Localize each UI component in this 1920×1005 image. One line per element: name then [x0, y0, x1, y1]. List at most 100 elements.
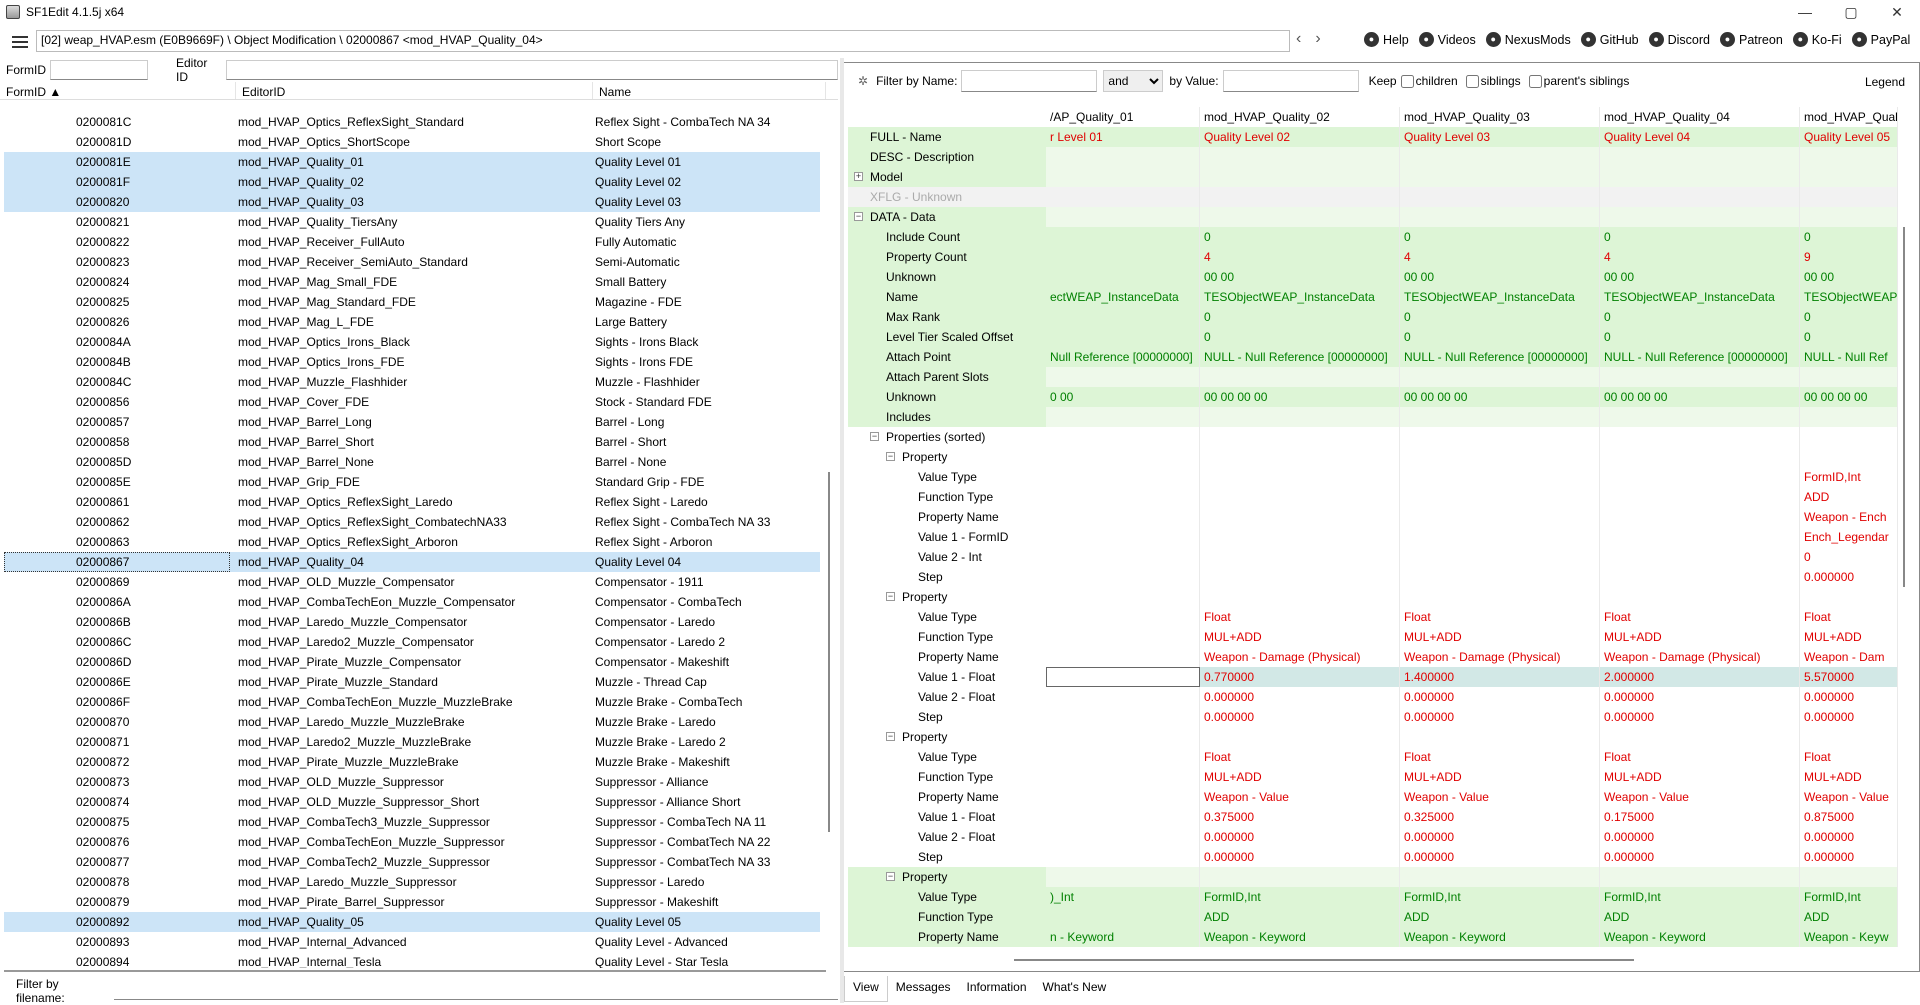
value-cell[interactable] — [1046, 587, 1200, 607]
value-cell[interactable]: Weapon - Value — [1600, 787, 1800, 807]
value-cell[interactable]: Float — [1800, 607, 1898, 627]
value-cell[interactable]: MUL+ADD — [1600, 627, 1800, 647]
value-cell[interactable] — [1046, 567, 1200, 587]
value-cell[interactable]: 0.000000 — [1600, 847, 1800, 867]
filter-name-input[interactable] — [961, 70, 1098, 92]
value-cell[interactable]: FormID,Int — [1800, 467, 1898, 487]
value-cell[interactable] — [1046, 207, 1200, 227]
grid-row[interactable]: Function Type MUL+ADD MUL+ADD MUL+ADD MUL+AD… — [848, 767, 1898, 787]
close-button[interactable]: ✕ — [1874, 0, 1920, 24]
pin-icon[interactable]: ✲ — [844, 74, 876, 88]
link-discord[interactable]: ● Discord — [1648, 32, 1710, 47]
filter-value-input[interactable] — [1222, 70, 1359, 92]
value-cell[interactable]: 0 — [1200, 307, 1400, 327]
value-cell[interactable] — [1046, 727, 1200, 747]
value-cell[interactable]: Weapon - Dam — [1800, 647, 1898, 667]
value-cell[interactable] — [1800, 367, 1898, 387]
value-cell[interactable]: Weapon - Value — [1200, 787, 1400, 807]
grid-row[interactable]: Value 1 - Float 0.375000 0.325000 0.175000 0… — [848, 807, 1898, 827]
value-cell[interactable] — [1800, 187, 1898, 207]
value-cell[interactable] — [1200, 427, 1400, 447]
value-cell[interactable] — [1600, 507, 1800, 527]
value-cell[interactable] — [1600, 587, 1800, 607]
grid-row[interactable]: Value 2 - Int 0 — [848, 547, 1898, 567]
value-cell[interactable]: NULL - Null Reference [00000000] — [1400, 347, 1600, 367]
value-cell[interactable] — [1400, 147, 1600, 167]
grid-row[interactable]: − Property — [848, 447, 1898, 467]
expand-toggle-icon[interactable]: − — [854, 212, 863, 221]
formid-filter-input[interactable] — [50, 60, 148, 80]
value-cell[interactable] — [1046, 167, 1200, 187]
value-cell[interactable]: Quality Level 05 — [1800, 127, 1898, 147]
grid-row[interactable]: Attach Parent Slots — [848, 367, 1898, 387]
grid-row[interactable]: + Model — [848, 167, 1898, 187]
value-cell[interactable]: 0.875000 — [1800, 807, 1898, 827]
value-cell[interactable]: MUL+ADD — [1200, 627, 1400, 647]
value-cell[interactable]: Null Reference [00000000] — [1046, 347, 1200, 367]
list-row[interactable]: 02000869 mod_HVAP_OLD_Muzzle_Compensator C… — [4, 572, 820, 592]
list-row[interactable]: 02000822 mod_HVAP_Receiver_FullAuto Fully … — [4, 232, 820, 252]
grid-row[interactable]: XFLG - Unknown — [848, 187, 1898, 207]
list-row[interactable]: 0200081C mod_HVAP_Optics_ReflexSight_Stan… — [4, 112, 820, 132]
value-cell[interactable]: TESObjectWEAP_InstanceData — [1400, 287, 1600, 307]
grid-row[interactable]: Value 2 - Float 0.000000 0.000000 0.000000 0… — [848, 687, 1898, 707]
grid-row[interactable]: FULL - Name r Level 01 Quality Level 02 Qua… — [848, 127, 1898, 147]
value-cell[interactable]: MUL+ADD — [1400, 627, 1600, 647]
value-cell[interactable]: MUL+ADD — [1800, 767, 1898, 787]
value-cell[interactable] — [1400, 427, 1600, 447]
list-row[interactable]: 02000824 mod_HVAP_Mag_Small_FDE Small Batt… — [4, 272, 820, 292]
tab-what-s-new[interactable]: What's New — [1035, 976, 1115, 1002]
value-cell[interactable]: FormID,Int — [1600, 887, 1800, 907]
link-help[interactable]: ● Help — [1364, 32, 1409, 47]
list-row[interactable]: 02000878 mod_HVAP_Laredo_Muzzle_Suppresso… — [4, 872, 820, 892]
value-cell[interactable] — [1046, 767, 1200, 787]
list-row[interactable]: 02000825 mod_HVAP_Mag_Standard_FDE Magazin… — [4, 292, 820, 312]
value-cell[interactable]: ADD — [1400, 907, 1600, 927]
value-cell[interactable] — [1046, 187, 1200, 207]
grid-row[interactable]: Step 0.000000 — [848, 567, 1898, 587]
value-cell[interactable] — [1600, 467, 1800, 487]
list-row[interactable]: 02000874 mod_HVAP_OLD_Muzzle_Suppressor_S… — [4, 792, 820, 812]
value-cell[interactable] — [1800, 447, 1898, 467]
tab-view[interactable]: View — [844, 976, 888, 1002]
value-cell[interactable] — [1600, 447, 1800, 467]
list-row[interactable]: 0200086A mod_HVAP_CombaTechEon_Muzzle_Com… — [4, 592, 820, 612]
grid-header-cell[interactable]: /AP_Quality_01 — [1046, 107, 1200, 127]
value-cell[interactable]: 0 — [1200, 227, 1400, 247]
value-cell[interactable] — [1046, 607, 1200, 627]
list-row[interactable]: 02000873 mod_HVAP_OLD_Muzzle_Suppressor Su… — [4, 772, 820, 792]
value-cell[interactable]: Weapon - Keyword — [1600, 927, 1800, 947]
column-formid[interactable]: FormID ▲ — [0, 82, 236, 99]
value-cell[interactable] — [1046, 467, 1200, 487]
grid-row[interactable]: Unknown 0 00 00 00 00 00 00 00 00 00 00 00 0… — [848, 387, 1898, 407]
value-cell[interactable]: 0.000000 — [1200, 707, 1400, 727]
value-cell[interactable]: 0 — [1800, 327, 1898, 347]
value-cell[interactable]: Weapon - Keyword — [1200, 927, 1400, 947]
grid-row[interactable]: − DATA - Data — [848, 207, 1898, 227]
list-row[interactable]: 02000863 mod_HVAP_Optics_ReflexSight_Arbo… — [4, 532, 820, 552]
list-row[interactable]: 0200085E mod_HVAP_Grip_FDE Standard Grip -… — [4, 472, 820, 492]
value-cell[interactable]: 00 00 — [1400, 267, 1600, 287]
value-cell[interactable]: Weapon - Keyw — [1800, 927, 1898, 947]
value-cell[interactable]: 0 — [1400, 227, 1600, 247]
value-cell[interactable] — [1200, 367, 1400, 387]
record-path-field[interactable]: [02] weap_HVAP.esm (E0B9669F) \ Object M… — [36, 30, 1290, 52]
value-cell[interactable]: 0.000000 — [1800, 847, 1898, 867]
list-row[interactable]: 02000879 mod_HVAP_Pirate_Barrel_Suppresso… — [4, 892, 820, 912]
value-cell[interactable] — [1046, 227, 1200, 247]
value-cell[interactable] — [1200, 547, 1400, 567]
grid-row[interactable]: Property Name Weapon - Damage (Physical) W… — [848, 647, 1898, 667]
value-cell[interactable] — [1600, 427, 1800, 447]
grid-header-cell[interactable]: mod_HVAP_Quality_02 — [1200, 107, 1400, 127]
value-cell[interactable]: 0 — [1800, 227, 1898, 247]
grid-row[interactable]: Property Name Weapon - Ench — [848, 507, 1898, 527]
list-row[interactable]: 0200086E mod_HVAP_Pirate_Muzzle_Standard M… — [4, 672, 820, 692]
value-cell[interactable] — [1200, 167, 1400, 187]
column-name[interactable]: Name — [593, 82, 826, 99]
expand-toggle-icon[interactable]: − — [886, 732, 895, 741]
grid-horizontal-scrollbar[interactable] — [848, 957, 1898, 963]
value-cell[interactable]: MUL+ADD — [1800, 627, 1898, 647]
link-videos[interactable]: ● Videos — [1418, 32, 1476, 47]
value-cell[interactable]: 0.000000 — [1800, 827, 1898, 847]
value-cell[interactable]: Weapon - Ench — [1800, 507, 1898, 527]
